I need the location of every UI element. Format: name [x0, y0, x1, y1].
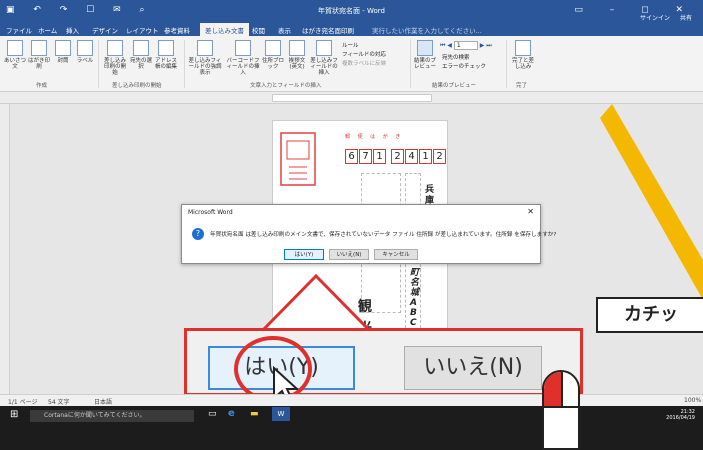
page-count[interactable]: 1/1 ページ [8, 397, 37, 406]
windows-start-icon[interactable]: ⊞ [10, 409, 18, 420]
mouse-divider [561, 372, 563, 406]
status-bar: 1/1 ページ 54 文字 日本語 100% [0, 394, 703, 406]
cortana-search-box[interactable]: Cortanaに何か聞いてみてください。 [30, 410, 194, 422]
click-speech-bubble: カチッ [596, 297, 703, 333]
taskbar: ⊞ Cortanaに何か聞いてみてください。 ▭ e ▬ W 21:32 2016… [0, 406, 703, 450]
word-count[interactable]: 54 文字 [48, 397, 70, 406]
mouse-divider [544, 406, 578, 408]
language[interactable]: 日本語 [94, 397, 112, 406]
left-mouse-button [544, 372, 561, 406]
zoom-level[interactable]: 100% [684, 397, 701, 404]
explorer-icon[interactable]: ▬ [250, 409, 259, 419]
clock[interactable]: 21:32 2016/04/19 [666, 409, 695, 421]
word-taskbar-icon[interactable]: W [272, 407, 290, 421]
yellow-arrow-shape [600, 104, 703, 300]
task-view-icon[interactable]: ▭ [208, 409, 217, 419]
edge-icon[interactable]: e [228, 408, 235, 419]
zoom-no-button: いいえ(N) [404, 346, 542, 390]
zoom-pointer-triangle [258, 273, 374, 333]
mouse-icon [542, 370, 580, 450]
